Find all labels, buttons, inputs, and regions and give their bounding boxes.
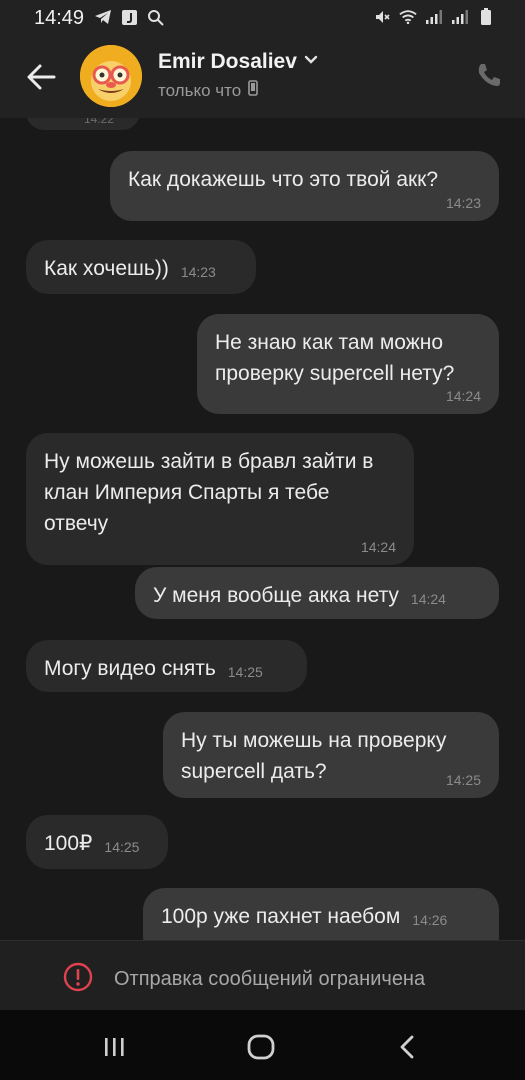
- message-time: 14:22: [83, 118, 114, 126]
- system-navigation-bar: [0, 1010, 525, 1080]
- message-bubble-incoming[interactable]: 100₽ 14:25: [26, 815, 168, 869]
- message-text: Как хочешь)): [44, 257, 169, 280]
- message-bubble-incoming[interactable]: Ну можешь зайти в бравл зайти в клан Имп…: [26, 433, 414, 565]
- message-bubble-partial: 14:22: [26, 118, 140, 130]
- mute-icon: [373, 8, 391, 26]
- home-icon[interactable]: [244, 1030, 278, 1064]
- message-bubble-outgoing[interactable]: Не знаю как там можно проверку supercell…: [197, 314, 499, 414]
- message-bubble-outgoing[interactable]: У меня вообще акка нету 14:24: [135, 567, 499, 619]
- message-text: Как докажешь что это твой акк?: [128, 168, 439, 191]
- message-text: Могу видео снять: [44, 657, 216, 680]
- message-time: 14:24: [410, 591, 446, 607]
- alert-circle-icon: [62, 961, 94, 998]
- recent-apps-icon[interactable]: [97, 1030, 131, 1064]
- message-text: 100₽: [44, 832, 93, 855]
- telegram-icon: [94, 8, 112, 26]
- message-time: 14:25: [445, 772, 481, 788]
- wifi-icon: [399, 8, 417, 26]
- contact-status: только что: [158, 80, 242, 100]
- app-j-icon: [120, 8, 138, 26]
- message-text: У меня вообще акка нету: [153, 584, 399, 607]
- message-bubble-incoming[interactable]: Как хочешь)) 14:23: [26, 240, 256, 294]
- message-text: 100р уже пахнет наебом: [161, 905, 401, 928]
- message-text: Ну можешь зайти в бравл зайти в клан Имп…: [44, 450, 374, 535]
- chevron-down-icon[interactable]: [303, 53, 319, 71]
- phone-call-icon[interactable]: [475, 61, 503, 89]
- status-bar: 14:49: [0, 0, 525, 36]
- contact-name[interactable]: Emir Dosaliev: [158, 50, 297, 74]
- message-time: 14:23: [180, 264, 216, 280]
- message-bubble-incoming[interactable]: Могу видео снять 14:25: [26, 640, 307, 692]
- signal-icon: [451, 8, 469, 26]
- search-icon: [146, 8, 164, 26]
- back-nav-icon[interactable]: [391, 1030, 425, 1064]
- back-arrow-icon[interactable]: [24, 60, 58, 94]
- message-time: 14:25: [104, 839, 140, 855]
- battery-icon: [477, 8, 495, 26]
- status-time: 14:49: [34, 7, 85, 29]
- restriction-text: Отправка сообщений ограничена: [114, 968, 426, 990]
- message-time: 14:23: [445, 195, 481, 211]
- messaging-restricted-bar: Отправка сообщений ограничена: [0, 940, 525, 1011]
- message-bubble-outgoing[interactable]: 100р уже пахнет наебом 14:26: [143, 888, 499, 940]
- message-time: 14:25: [227, 664, 263, 680]
- message-text: Ну ты можешь на проверку supercell дать?: [181, 729, 447, 783]
- chat-header: Emir Dosaliev только что: [0, 36, 525, 118]
- message-bubble-outgoing[interactable]: Как докажешь что это твой акк? 14:23: [110, 151, 499, 221]
- message-time: 14:26: [412, 912, 448, 928]
- signal-icon: [425, 8, 443, 26]
- message-list[interactable]: 14:22 Как докажешь что это твой акк? 14:…: [0, 118, 525, 940]
- message-time: 14:24: [360, 539, 396, 555]
- avatar[interactable]: [80, 45, 142, 107]
- message-bubble-outgoing[interactable]: Ну ты можешь на проверку supercell дать?…: [163, 712, 499, 798]
- mobile-device-icon: [248, 80, 258, 101]
- message-time: 14:24: [445, 388, 481, 404]
- message-text: Не знаю как там можно проверку supercell…: [215, 331, 455, 385]
